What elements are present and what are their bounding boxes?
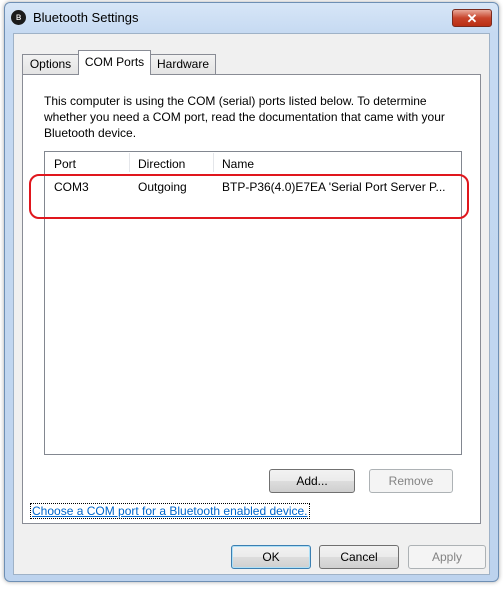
ok-button[interactable]: OK: [231, 545, 311, 569]
column-header-port[interactable]: Port: [45, 152, 129, 174]
close-icon: ✕: [466, 11, 478, 26]
tab-hardware[interactable]: Hardware: [150, 54, 216, 75]
bluetooth-settings-window: ʙ Bluetooth Settings ✕ Options COM Ports…: [4, 2, 499, 582]
choose-com-port-link[interactable]: Choose a COM port for a Bluetooth enable…: [30, 503, 310, 519]
apply-button[interactable]: Apply: [408, 545, 486, 569]
tab-options[interactable]: Options: [22, 54, 79, 75]
cancel-button[interactable]: Cancel: [319, 545, 399, 569]
column-header-direction[interactable]: Direction: [129, 152, 213, 174]
bluetooth-icon: ʙ: [11, 10, 26, 25]
add-button[interactable]: Add...: [269, 469, 355, 493]
com-ports-panel: This computer is using the COM (serial) …: [22, 74, 481, 524]
description-text: This computer is using the COM (serial) …: [44, 94, 445, 140]
tab-com-ports[interactable]: COM Ports: [78, 50, 151, 75]
remove-button[interactable]: Remove: [369, 469, 453, 493]
list-header: Port Direction Name: [45, 152, 461, 174]
dialog-client-area: Options COM Ports Hardware This computer…: [13, 33, 490, 575]
annotation-highlight-box: [29, 174, 469, 219]
title-bar[interactable]: ʙ Bluetooth Settings ✕: [5, 3, 498, 33]
close-button[interactable]: ✕: [452, 9, 492, 27]
window-title: Bluetooth Settings: [33, 10, 139, 25]
column-header-name[interactable]: Name: [213, 152, 461, 174]
